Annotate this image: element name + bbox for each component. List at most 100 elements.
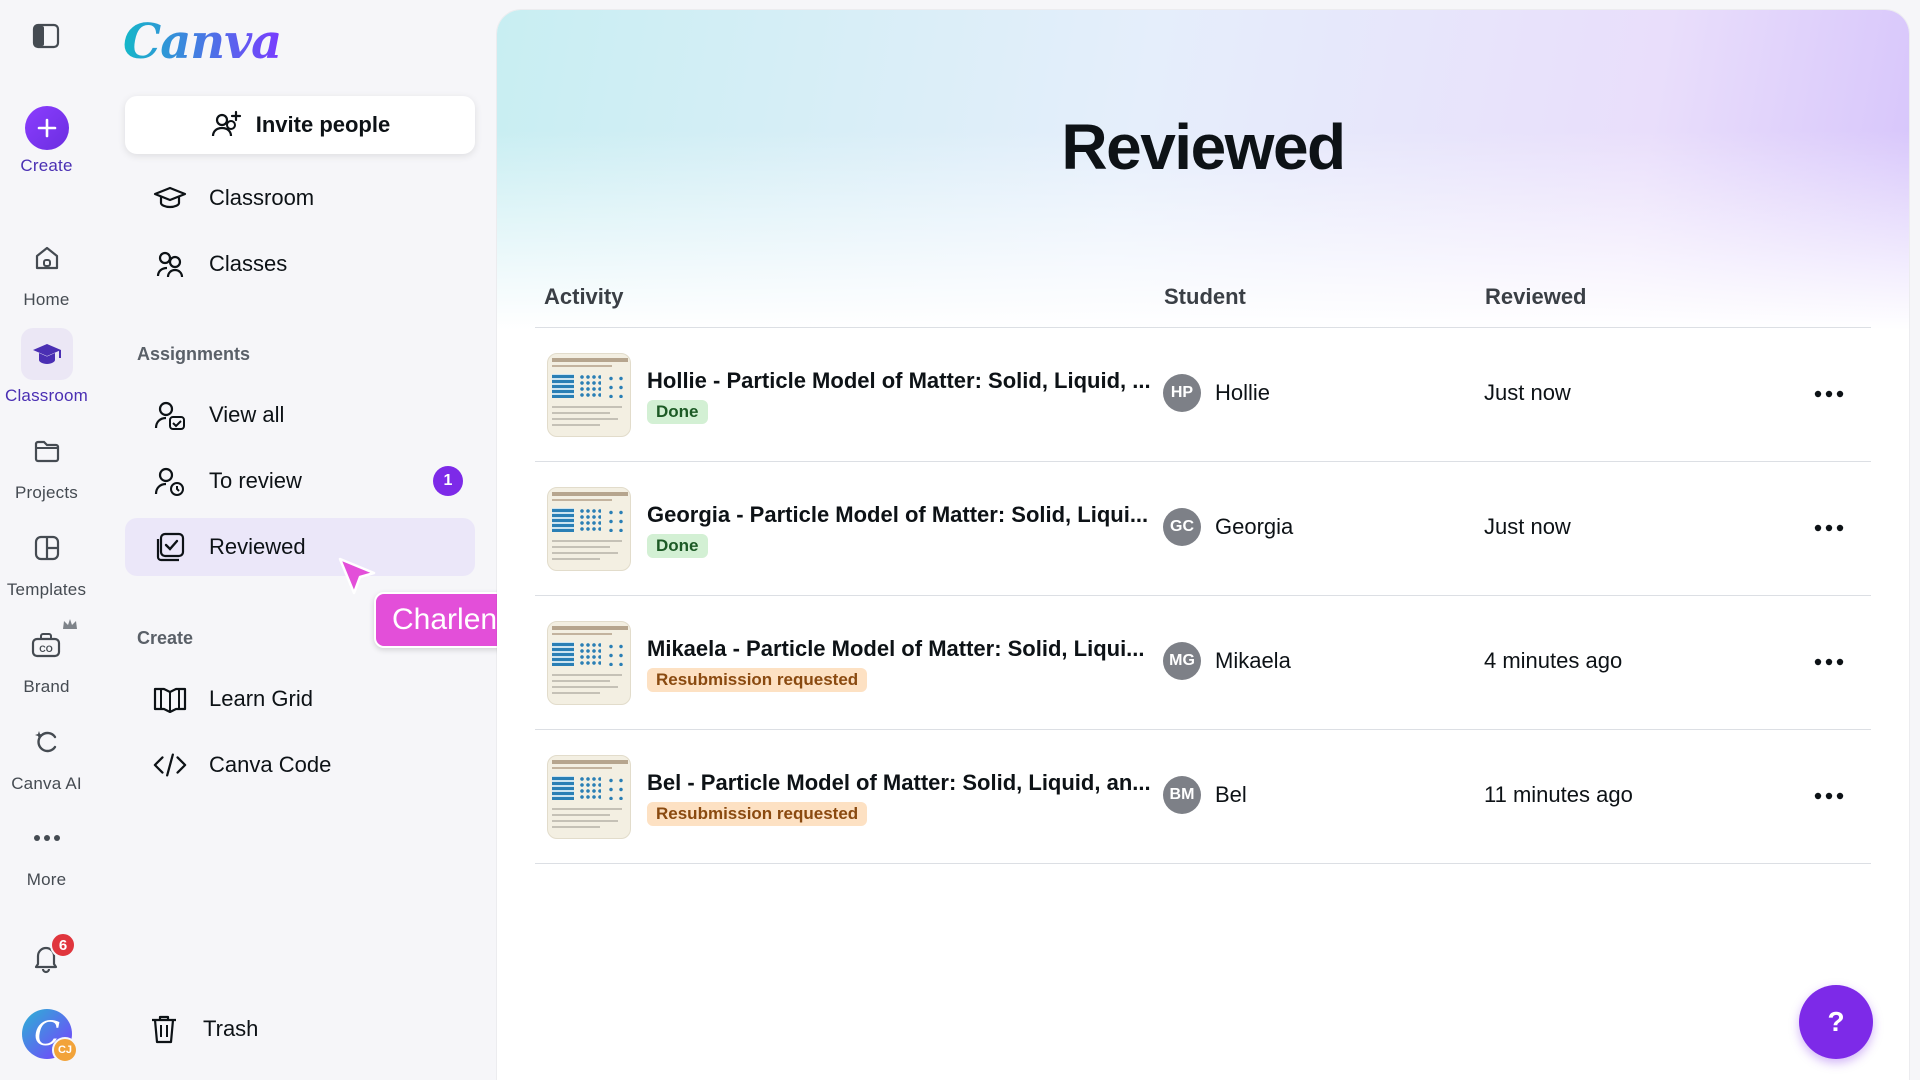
templates-icon — [21, 522, 73, 574]
notifications-button[interactable]: 6 — [30, 932, 76, 974]
table-row[interactable]: Mikaela - Particle Model of Matter: Soli… — [535, 596, 1871, 730]
status-badge: Resubmission requested — [647, 668, 868, 692]
activity-title[interactable]: Hollie - Particle Model of Matter: Solid… — [647, 368, 1152, 394]
home-label: Home — [23, 290, 70, 309]
sidebar-item-view-all[interactable]: View all — [125, 386, 475, 444]
row-more-button[interactable] — [1805, 504, 1853, 552]
add-people-icon — [211, 110, 241, 137]
book-grid-icon — [153, 682, 187, 716]
view-all-label: View all — [209, 402, 285, 427]
page-title: Reviewed — [1061, 111, 1346, 183]
sidebar-item-canva-code[interactable]: Canva Code — [125, 736, 475, 794]
code-icon — [153, 748, 187, 782]
home-icon — [21, 232, 73, 284]
student-avatar: HP — [1163, 374, 1201, 412]
activity-title[interactable]: Mikaela - Particle Model of Matter: Soli… — [647, 636, 1152, 662]
rail-item-more[interactable]: More — [0, 812, 93, 890]
canva-code-label: Canva Code — [209, 752, 332, 777]
activity-title[interactable]: Bel - Particle Model of Matter: Solid, L… — [647, 770, 1152, 796]
graduation-cap-icon — [153, 181, 187, 215]
column-header-reviewed[interactable]: Reviewed — [1485, 284, 1587, 310]
to-review-icon — [153, 464, 187, 498]
reviewed-time: Just now — [1484, 514, 1571, 539]
activity-thumbnail[interactable] — [547, 755, 631, 839]
student-name: Mikaela — [1215, 648, 1291, 673]
row-more-button[interactable] — [1805, 370, 1853, 418]
classes-nav-label: Classes — [209, 251, 288, 276]
table-row[interactable]: Georgia - Particle Model of Matter: Soli… — [535, 462, 1871, 596]
reviewed-time: 4 minutes ago — [1484, 648, 1623, 673]
canva-ai-label: Canva AI — [11, 774, 82, 793]
classroom-icon — [20, 328, 73, 380]
student-avatar: MG — [1163, 642, 1201, 680]
rail-item-classroom[interactable]: Classroom — [0, 328, 93, 406]
icon-rail: Create Home Classroom Projects Templates… — [0, 0, 93, 1080]
student-cell: BM Bel — [1163, 776, 1247, 814]
reviewed-icon — [153, 530, 187, 564]
classroom-sidebar: Canva Invite people Classroom Classes As… — [93, 0, 493, 1080]
reviewed-time: 11 minutes ago — [1484, 782, 1633, 807]
folder-icon — [21, 425, 73, 477]
student-avatar: GC — [1163, 508, 1201, 546]
row-more-button[interactable] — [1805, 772, 1853, 820]
rail-item-home[interactable]: Home — [0, 232, 93, 310]
column-header-student[interactable]: Student — [1164, 284, 1246, 310]
create-heading: Create — [137, 628, 194, 648]
student-cell: HP Hollie — [1163, 374, 1270, 412]
crown-icon — [62, 619, 77, 629]
sidebar-item-classes[interactable]: Classes — [125, 235, 475, 293]
sidebar-toggle-icon[interactable] — [32, 22, 60, 50]
student-cell: MG Mikaela — [1163, 642, 1291, 680]
student-name: Hollie — [1215, 380, 1271, 405]
activity-thumbnail[interactable] — [547, 353, 631, 437]
activity-thumbnail[interactable] — [547, 621, 631, 705]
rail-item-projects[interactable]: Projects — [0, 425, 93, 503]
view-all-icon — [153, 398, 187, 432]
status-badge: Resubmission requested — [647, 802, 868, 826]
classroom-nav-label: Classroom — [209, 185, 315, 210]
reviewed-time: Just now — [1484, 380, 1571, 405]
sidebar-item-to-review[interactable]: To review 1 — [125, 452, 475, 510]
more-horizontal-icon — [1814, 524, 1844, 532]
canva-logo[interactable]: Canva — [123, 14, 282, 70]
user-avatar[interactable]: C CJ — [22, 1009, 78, 1063]
status-badge: Done — [647, 534, 708, 558]
people-icon — [153, 247, 187, 281]
invite-people-label: Invite people — [255, 112, 391, 137]
reviewed-nav-label: Reviewed — [209, 534, 306, 559]
status-badge: Done — [647, 400, 708, 424]
create-label: Create — [20, 156, 73, 175]
rail-item-canva-ai[interactable]: Canva AI — [0, 716, 93, 794]
sidebar-item-classroom[interactable]: Classroom — [125, 169, 475, 227]
row-more-button[interactable] — [1805, 638, 1853, 686]
trash-label: Trash — [203, 1016, 259, 1041]
create-button[interactable]: Create — [0, 106, 93, 176]
activity-title[interactable]: Georgia - Particle Model of Matter: Soli… — [647, 502, 1152, 528]
table-row[interactable]: Bel - Particle Model of Matter: Solid, L… — [535, 730, 1871, 864]
student-avatar: BM — [1163, 776, 1201, 814]
help-button[interactable]: ? — [1799, 985, 1873, 1059]
rail-item-templates[interactable]: Templates — [0, 522, 93, 600]
classroom-label: Classroom — [4, 386, 89, 405]
sidebar-item-trash[interactable]: Trash — [125, 1000, 475, 1058]
invite-people-button[interactable]: Invite people — [125, 96, 475, 154]
more-horizontal-icon — [1814, 792, 1844, 800]
templates-label: Templates — [6, 580, 87, 599]
more-label: More — [26, 870, 67, 889]
to-review-label: To review — [209, 468, 302, 493]
brand-icon: CO — [21, 619, 77, 671]
more-horizontal-icon — [1814, 390, 1844, 398]
projects-label: Projects — [14, 483, 78, 502]
brand-label: Brand — [23, 677, 70, 696]
activity-thumbnail[interactable] — [547, 487, 631, 571]
student-cell: GC Georgia — [1163, 508, 1293, 546]
table-row[interactable]: Hollie - Particle Model of Matter: Solid… — [535, 328, 1871, 462]
sidebar-item-learn-grid[interactable]: Learn Grid — [125, 670, 475, 728]
learn-grid-label: Learn Grid — [209, 686, 313, 711]
collaborator-cursor-icon — [338, 557, 376, 595]
column-header-activity[interactable]: Activity — [544, 284, 623, 310]
avatar-initials-badge: CJ — [52, 1037, 78, 1063]
trash-icon — [147, 1012, 181, 1046]
sidebar-item-reviewed[interactable]: Reviewed — [125, 518, 475, 576]
rail-item-brand[interactable]: CO Brand — [0, 619, 93, 697]
